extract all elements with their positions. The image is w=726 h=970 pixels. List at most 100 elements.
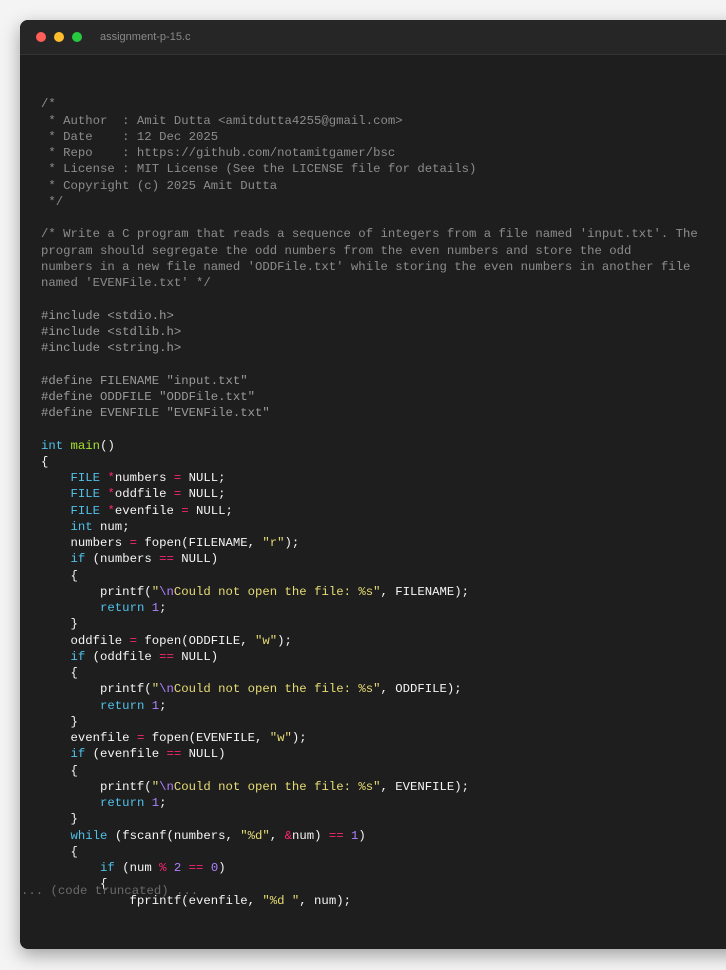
code-line: * Author : Amit Dutta <amitdutta4255@gma… [41, 113, 698, 129]
code-token: { [41, 568, 78, 583]
code-line: } [41, 616, 698, 632]
code-token: numbers in a new file named 'ODDFile.txt… [41, 259, 691, 274]
code-token: evenfile [41, 731, 137, 745]
code-line: } [41, 714, 698, 730]
code-token: /* Write a C program that reads a sequen… [41, 227, 698, 242]
code-line: #include <stdio.h> [41, 308, 698, 324]
code-token: fopen(ODDFILE, [136, 633, 256, 648]
code-line: { [41, 665, 698, 681]
code-line: /* Write a C program that reads a sequen… [41, 226, 698, 242]
code-token: if [100, 861, 115, 875]
code-token: printf( [41, 779, 152, 794]
code-token: } [41, 714, 78, 729]
code-token: ); [284, 536, 300, 550]
code-token: = [129, 536, 137, 550]
code-token: num) [291, 828, 329, 843]
code-token: oddfile [41, 633, 130, 648]
code-token: NULL; [181, 471, 226, 485]
code-token: int [70, 519, 93, 534]
code-token: if [70, 649, 86, 664]
code-line: #include <stdlib.h> [41, 324, 698, 340]
code-token: printf( [41, 584, 152, 599]
code-token: * License : MIT License (See the LICENSE… [41, 162, 477, 177]
code-token: * [107, 487, 115, 502]
code-token: 1 [151, 698, 160, 713]
code-token: main [70, 438, 101, 453]
code-line: printf("\nCould not open the file: %s", … [41, 681, 698, 697]
editor-window: assignment-p-15.c ​/* * Author : Amit Du… [20, 20, 726, 949]
code-token: { [41, 666, 78, 680]
code-line: ​ [41, 291, 698, 307]
code-line: #define FILENAME "input.txt" [41, 373, 698, 389]
code-token: numbers [114, 471, 174, 485]
code-token: \n [159, 779, 174, 794]
code-line: { [41, 568, 698, 584]
code-token: #include <stdlib.h> [41, 324, 182, 339]
truncated-note: ... (code truncated) ... [21, 884, 199, 898]
code-token: #define ODDFILE "ODDFile.txt" [41, 389, 256, 404]
code-token: ) [218, 861, 226, 875]
code-token: { [41, 454, 49, 469]
close-icon[interactable] [36, 32, 46, 42]
code-token: \n [159, 584, 174, 599]
code-token: Could not open the file: %s" [173, 584, 381, 599]
code-token: printf( [41, 682, 152, 697]
code-token: "w" [269, 731, 292, 745]
code-line: program should segregate the odd numbers… [41, 243, 698, 259]
code-token: num; [92, 519, 130, 534]
code-token: FILE [70, 471, 101, 485]
code-token: 1 [151, 601, 160, 615]
code-token: NULL) [181, 747, 226, 762]
code-token: * [107, 471, 115, 485]
code-token: named 'EVENFile.txt' */ [41, 276, 211, 290]
code-token: /* [41, 97, 56, 112]
code-token: " [151, 584, 160, 599]
code-token: int [41, 438, 64, 453]
code-token: } [41, 617, 78, 632]
code-line: { [41, 454, 698, 470]
code-line: int main() [41, 438, 698, 454]
code-line: * License : MIT License (See the LICENSE… [41, 161, 698, 177]
code-token: == [159, 552, 174, 567]
code-token: if [70, 552, 86, 567]
code-token: ; [159, 698, 167, 713]
code-token: ); [291, 731, 307, 745]
code-token: , FILENAME); [380, 584, 470, 599]
code-line: if (evenfile == NULL) [41, 746, 698, 762]
code-line: #include <string.h> [41, 340, 698, 356]
code-line: * Date : 12 Dec 2025 [41, 129, 698, 145]
code-token: * Repo : https://github.com/notamitgamer… [41, 146, 396, 160]
code-token: NULL) [173, 552, 219, 567]
code-token: { [41, 844, 78, 859]
code-line: * Copyright (c) 2025 Amit Dutta [41, 178, 698, 194]
code-line: * Repo : https://github.com/notamitgamer… [41, 145, 698, 161]
code-token: "w" [255, 633, 278, 648]
code-token: = [181, 503, 189, 518]
maximize-icon[interactable] [72, 32, 82, 42]
code-token: NULL) [173, 649, 219, 664]
code-token: { [41, 763, 78, 778]
code-token: * Author : Amit Dutta <amitdutta4255@gma… [41, 113, 403, 128]
code-line: if (num % 2 == 0) [41, 860, 698, 876]
code-view[interactable]: ​ /* * Author : Amit Dutta <amitdutta4255… [41, 80, 698, 909]
code-line: FILE *evenfile = NULL; [41, 503, 698, 519]
code-token: ); [277, 633, 292, 648]
code-line: */ [41, 194, 698, 210]
code-token: == [188, 861, 204, 875]
minimize-icon[interactable] [54, 32, 64, 42]
code-token: #include <string.h> [41, 341, 182, 355]
code-token: FILE [70, 487, 101, 502]
code-token: (num [114, 861, 160, 875]
code-token: & [284, 828, 292, 843]
code-line: named 'EVENFile.txt' */ [41, 275, 698, 291]
